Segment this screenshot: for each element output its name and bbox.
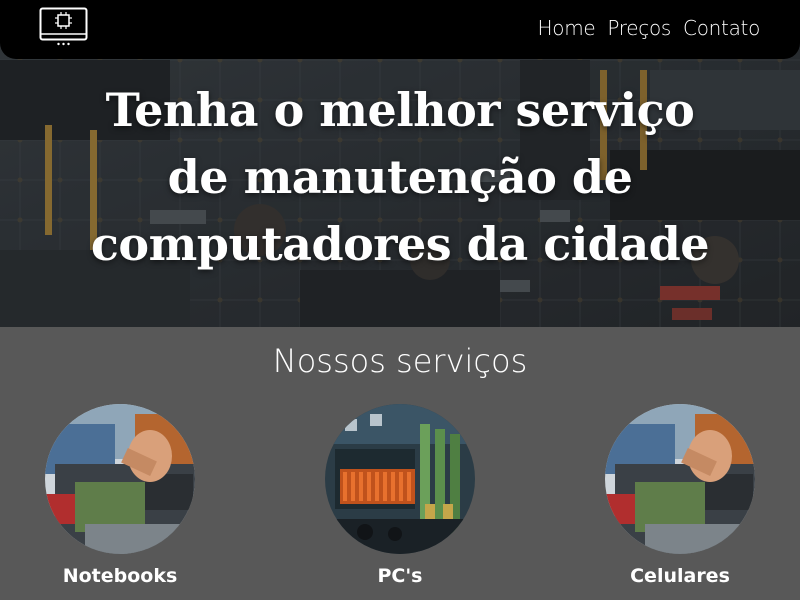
service-card-celulares[interactable]: Celulares xyxy=(590,404,770,594)
laptop-repair-photo xyxy=(45,404,195,554)
nav-link-precos[interactable]: Preços xyxy=(607,14,671,42)
navbar: Home Preços Contato xyxy=(0,0,800,59)
services-heading: Nossos serviços xyxy=(272,342,528,380)
logo-link[interactable] xyxy=(39,7,88,49)
hero-title: Tenha o melhor serviço de manutenção de … xyxy=(60,77,740,278)
service-label: PC's xyxy=(377,565,423,587)
page: Tenha o melhor serviço de manutenção de … xyxy=(0,0,800,600)
hero-title-line: computadores da cidade xyxy=(90,217,710,271)
motherboard-image xyxy=(325,404,475,554)
laptop-repair-photo xyxy=(605,404,755,554)
nav-menu: Home Preços Contato xyxy=(538,14,761,42)
motherboard-photo xyxy=(325,404,475,554)
nav-link-contato[interactable]: Contato xyxy=(683,14,760,42)
laptop-repair-image xyxy=(45,404,195,554)
service-card-notebooks[interactable]: Notebooks xyxy=(30,404,210,594)
nav-link-home[interactable]: Home xyxy=(538,14,596,42)
service-label: Notebooks xyxy=(62,565,178,587)
hero-title-line: de manutenção de xyxy=(167,150,633,204)
service-label: Celulares xyxy=(630,565,730,587)
laptop-repair-image xyxy=(605,404,755,554)
service-card-pcs[interactable]: PC's xyxy=(310,404,490,594)
hero-title-line: Tenha o melhor serviço xyxy=(105,83,695,137)
computer-monitor-icon xyxy=(39,7,88,46)
